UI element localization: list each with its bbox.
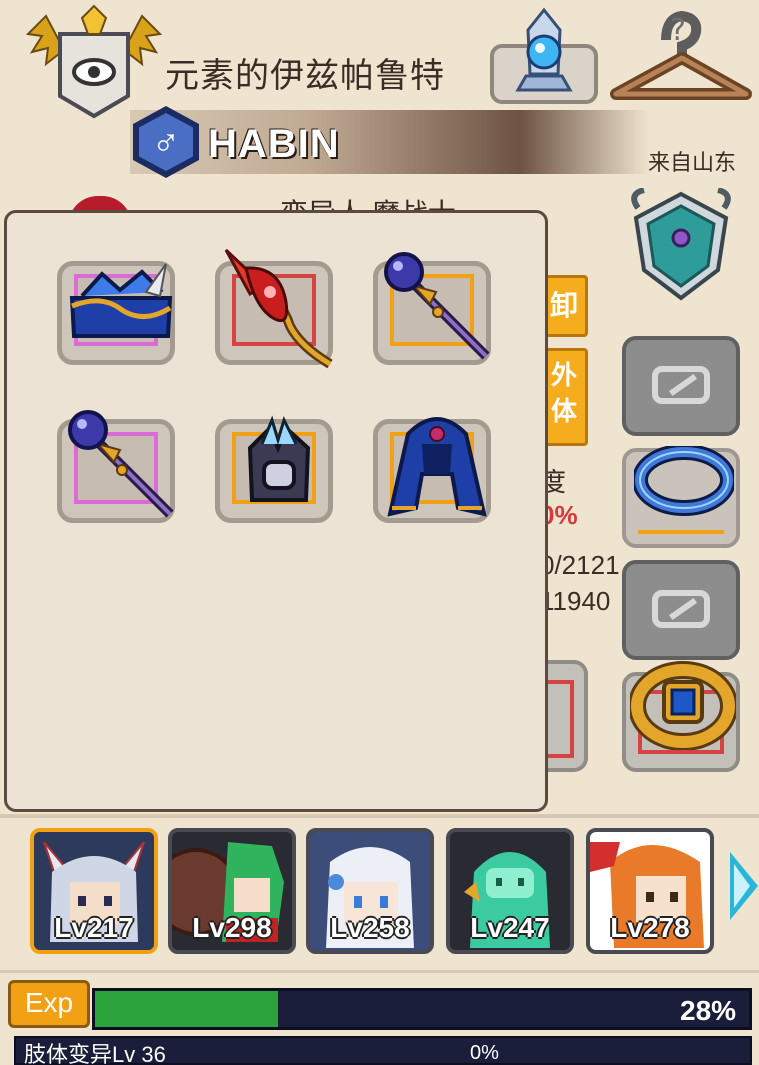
item-slot[interactable] (373, 417, 491, 523)
locked-slot[interactable] (622, 560, 740, 660)
hero-level: Lv217 (54, 912, 134, 943)
hero-card[interactable]: Lv278 (586, 828, 714, 954)
exp-badge: Exp (8, 980, 90, 1028)
next-heroes-arrow-highlight (734, 864, 750, 908)
hero-card[interactable]: Lv217 (30, 828, 158, 954)
item-slot[interactable] (373, 252, 491, 365)
portal-icon[interactable] (488, 6, 600, 106)
blue-hat-icon (69, 263, 173, 338)
ring-slot[interactable] (622, 661, 740, 772)
red-spear-icon (224, 248, 333, 369)
guild-emblem-icon[interactable] (24, 4, 164, 122)
locked-slot[interactable] (622, 336, 740, 436)
wardrobe-hanger-icon[interactable]: ? (610, 6, 752, 106)
player-origin: 来自山东 (648, 150, 737, 175)
hero-roster-bar: Lv217 Lv298 Lv258 Lv247 Lv278 (0, 814, 759, 964)
lock-icon (652, 366, 710, 404)
armor-chest-icon (247, 415, 311, 502)
svg-text:?: ? (670, 13, 686, 48)
stat-hp: 0/2121 (540, 550, 620, 580)
item-slot[interactable] (215, 415, 333, 523)
emblem-icon[interactable] (628, 187, 734, 302)
orb-staff-icon (68, 410, 174, 518)
item-slot[interactable] (57, 410, 175, 523)
hero-level: Lv247 (470, 912, 550, 943)
hero-level: Lv298 (192, 912, 272, 943)
hero-card[interactable]: Lv258 (306, 828, 434, 954)
hero-level: Lv258 (330, 912, 410, 943)
hero-card[interactable]: Lv298 (168, 828, 296, 954)
blue-cloak-icon (387, 417, 487, 517)
gold-ring-icon (630, 661, 736, 750)
exp-progress-fill (95, 991, 278, 1027)
equipment-picker-panel (4, 210, 548, 812)
hero-card[interactable]: Lv247 (446, 828, 574, 954)
orb-staff-icon (384, 252, 490, 360)
exp-percent: 28% (680, 995, 737, 1026)
item-slot[interactable] (57, 261, 175, 365)
guild-title: 元素的伊兹帕鲁特 (165, 57, 445, 95)
limb-mutation-label: 肢体变异Lv 36 (24, 1042, 166, 1065)
player-name: HABIN (208, 122, 340, 166)
stat-power: 11940 (540, 586, 611, 616)
appearance-button-label: 外 体 (550, 360, 577, 426)
ring-slot[interactable] (622, 446, 740, 548)
item-slot[interactable] (215, 248, 333, 369)
hero-level: Lv278 (610, 912, 690, 943)
lock-icon (652, 590, 710, 628)
limb-mutation-percent: 0% (470, 1042, 499, 1064)
blue-ring-icon (634, 446, 734, 516)
